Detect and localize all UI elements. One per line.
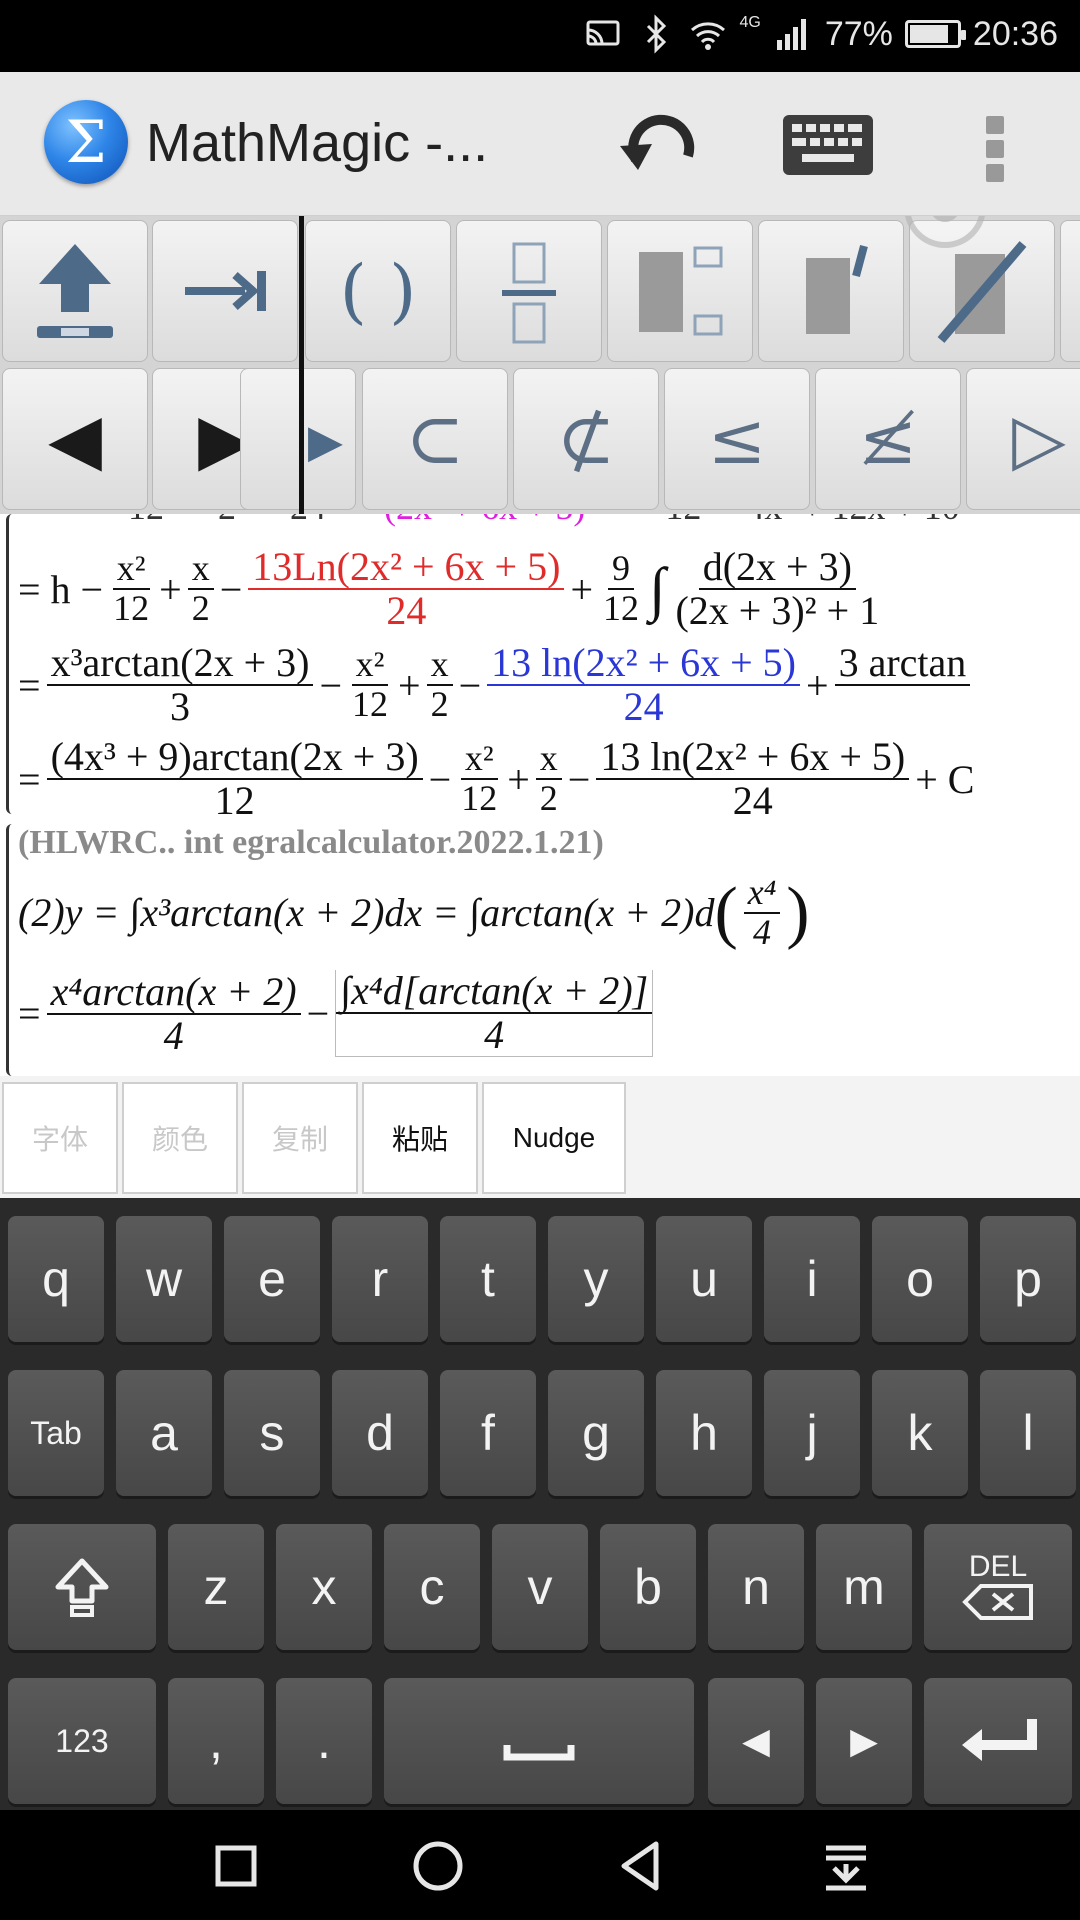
key-x[interactable]: x <box>276 1524 372 1650</box>
key-i[interactable]: i <box>764 1216 860 1342</box>
soft-keyboard: q w e r t y u i o p Tab a s d f g h j k l z x c v b n m DEL 123,. ◀ ▶ <box>0 1198 1080 1810</box>
key-z[interactable]: z <box>168 1524 264 1650</box>
key-Tab[interactable]: Tab <box>8 1370 104 1496</box>
key-b[interactable]: b <box>600 1524 696 1650</box>
key-u[interactable]: u <box>656 1216 752 1342</box>
paste-button[interactable]: 粘贴 <box>362 1082 478 1194</box>
keyboard-icon[interactable] <box>780 112 876 178</box>
equation-line-5: (2)y = ∫x³arctan(x + 2)dx = ∫arctan(x + … <box>18 872 810 952</box>
not-subset-button[interactable]: ⊄ <box>513 368 659 510</box>
shift-key-icon[interactable] <box>8 1524 156 1650</box>
key-▶[interactable]: ▶ <box>816 1678 912 1804</box>
subscript-superscript-icon[interactable] <box>607 220 753 362</box>
left-brace-2 <box>6 824 14 1076</box>
scroll-arrow-button[interactable]: ▸ <box>240 368 356 510</box>
delete-key-label: DEL <box>968 1550 1028 1583</box>
key-,[interactable]: , <box>168 1678 264 1804</box>
fraction-icon[interactable] <box>456 220 602 362</box>
tab-arrow-icon[interactable] <box>152 220 298 362</box>
home-circle-icon[interactable] <box>408 1836 468 1896</box>
prime-icon[interactable] <box>758 220 904 362</box>
shift-arrow-icon[interactable] <box>2 220 148 362</box>
key-f[interactable]: f <box>440 1370 536 1496</box>
delete-key[interactable]: DEL <box>924 1524 1072 1650</box>
equation-line-1: = h − x² 12 + x2 − 13Ln(2x² + 6x + 5) 24 +… <box>18 544 880 633</box>
undo-icon[interactable] <box>612 108 708 188</box>
wifi-icon <box>690 22 725 50</box>
clipped-line: 12 2 24 (2x² + 6x + 5) 12 4x² + 12x + 10 <box>128 514 960 528</box>
copy-button[interactable]: 复制 <box>242 1082 358 1194</box>
equation-line-3: = (4x³ + 9)arctan(2x + 3) 12 − x² 12 + x2 … <box>18 734 975 823</box>
left-brace <box>6 514 14 814</box>
status-right: 4G 77% 20:36 <box>584 14 1058 54</box>
key-p[interactable]: p <box>980 1216 1076 1342</box>
equation-line-6: = x⁴arctan(x + 2) 4 − ∫x⁴d[arctan(x + 2)]… <box>18 970 659 1057</box>
app-bar: Σ MathMagic -... <box>0 72 1080 216</box>
battery-icon <box>904 20 966 48</box>
less-equal-button[interactable]: ≤ <box>664 368 810 510</box>
notification-pull-icon[interactable] <box>816 1836 876 1896</box>
back-triangle-icon[interactable] <box>612 1836 672 1896</box>
key-t[interactable]: t <box>440 1216 536 1342</box>
equation-line-2: = x³arctan(2x + 3) 3 − x² 12 + x2 − 13 ln(… <box>18 642 976 728</box>
key-w[interactable]: w <box>116 1216 212 1342</box>
equation-document[interactable]: 12 2 24 (2x² + 6x + 5) 12 4x² + 12x + 10… <box>0 514 1080 1076</box>
key-e[interactable]: e <box>224 1216 320 1342</box>
parentheses-button[interactable]: ( ) <box>305 220 451 362</box>
signal-icon <box>776 19 806 50</box>
not-less-equal-button[interactable]: ≰ <box>815 368 961 510</box>
left-arrow-button[interactable]: ◀ <box>2 368 148 510</box>
clock: 20:36 <box>972 14 1058 53</box>
bluetooth-icon <box>646 14 666 54</box>
color-button[interactable]: 颜色 <box>122 1082 238 1194</box>
key-v[interactable]: v <box>492 1524 588 1650</box>
key-m[interactable]: m <box>816 1524 912 1650</box>
network-type: 4G <box>739 14 761 31</box>
key-a[interactable]: a <box>116 1370 212 1496</box>
backspace-icon <box>962 1584 1033 1620</box>
key-s[interactable]: s <box>224 1370 320 1496</box>
overflow-menu-icon[interactable] <box>980 112 1010 182</box>
key-o[interactable]: o <box>872 1216 968 1342</box>
key-r[interactable]: r <box>332 1216 428 1342</box>
key-q[interactable]: q <box>8 1216 104 1342</box>
key-l[interactable]: l <box>980 1370 1076 1496</box>
key-n[interactable]: n <box>708 1524 804 1650</box>
recents-square-icon[interactable] <box>206 1836 266 1896</box>
key-d[interactable]: d <box>332 1370 428 1496</box>
source-note: (HLWRC.. int egralcalculator.2022.1.21) <box>18 824 604 861</box>
key-k[interactable]: k <box>872 1370 968 1496</box>
cast-icon <box>586 20 619 46</box>
enter-key-icon[interactable] <box>924 1678 1072 1804</box>
key-h[interactable]: h <box>656 1370 752 1496</box>
font-button[interactable]: 字体 <box>2 1082 118 1194</box>
battery-percent: 77% <box>824 14 893 53</box>
app-title: MathMagic -... <box>146 113 489 173</box>
key-y[interactable]: y <box>548 1216 644 1342</box>
navigation-bar <box>0 1810 1080 1920</box>
mathmagic-logo-icon: Σ <box>44 100 128 184</box>
space-key-icon[interactable] <box>384 1678 694 1804</box>
status-bar: 4G 77% 20:36 <box>0 0 1080 72</box>
key-.[interactable]: . <box>276 1678 372 1804</box>
key-j[interactable]: j <box>764 1370 860 1496</box>
key-g[interactable]: g <box>548 1370 644 1496</box>
key-c[interactable]: c <box>384 1524 480 1650</box>
format-bar: 字体 颜色 复制 粘贴 Nudge <box>0 1076 1080 1198</box>
battery-level-fill <box>909 25 949 43</box>
key-123[interactable]: 123 <box>8 1678 156 1804</box>
key-◀[interactable]: ◀ <box>708 1678 804 1804</box>
triangle-right-button[interactable]: ▷ <box>966 368 1080 510</box>
toolbar-divider <box>299 216 304 514</box>
nudge-button[interactable]: Nudge <box>482 1082 626 1194</box>
subset-button[interactable]: ⊂ <box>362 368 508 510</box>
toolbar-overflow-button[interactable] <box>1060 220 1080 362</box>
symbol-toolbar: ( ) ◀ ▶ ▸ ⊂ ⊄ ≤ ≰ ▷ <box>0 216 1080 514</box>
